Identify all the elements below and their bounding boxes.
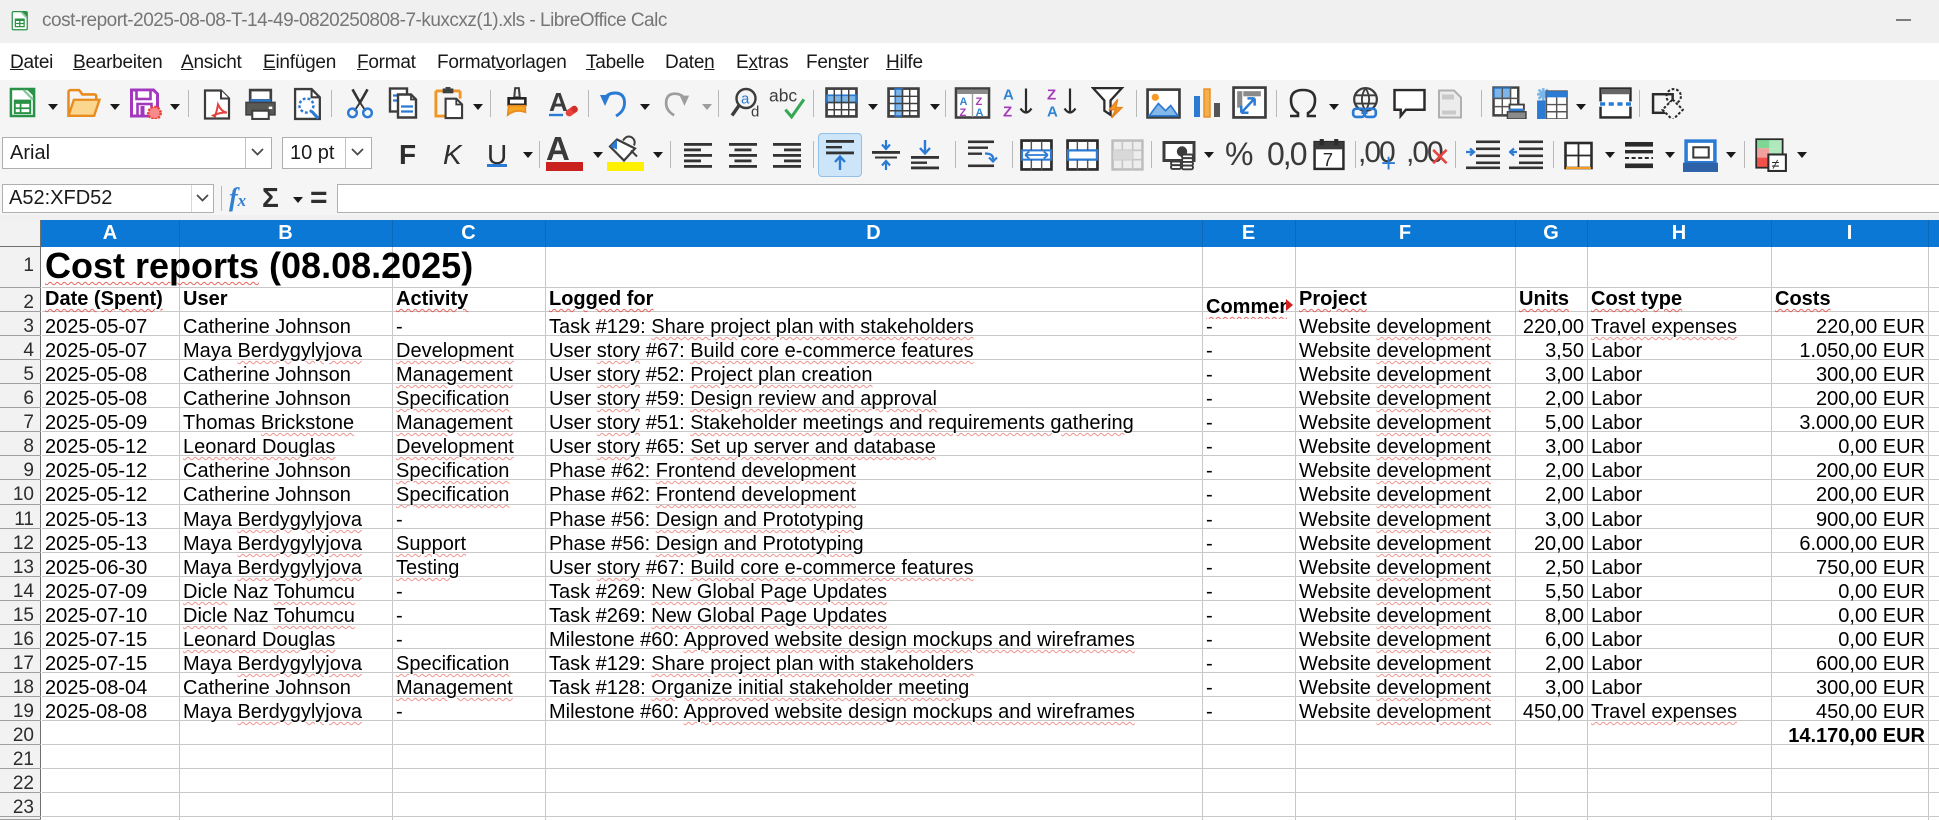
svg-text:Z: Z — [1003, 104, 1012, 120]
svg-text:Z: Z — [1047, 87, 1056, 104]
svg-text:A: A — [976, 107, 984, 119]
svg-text:A: A — [549, 87, 568, 117]
svg-text:7: 7 — [1323, 149, 1333, 170]
svg-text:A: A — [1003, 87, 1014, 104]
svg-text:Z: Z — [960, 107, 967, 119]
svg-text:A: A — [1047, 104, 1058, 120]
svg-text:abc: abc — [769, 87, 797, 105]
svg-text:a: a — [741, 91, 750, 108]
svg-text:≠: ≠ — [1771, 157, 1779, 172]
svg-text:d: d — [751, 104, 759, 121]
